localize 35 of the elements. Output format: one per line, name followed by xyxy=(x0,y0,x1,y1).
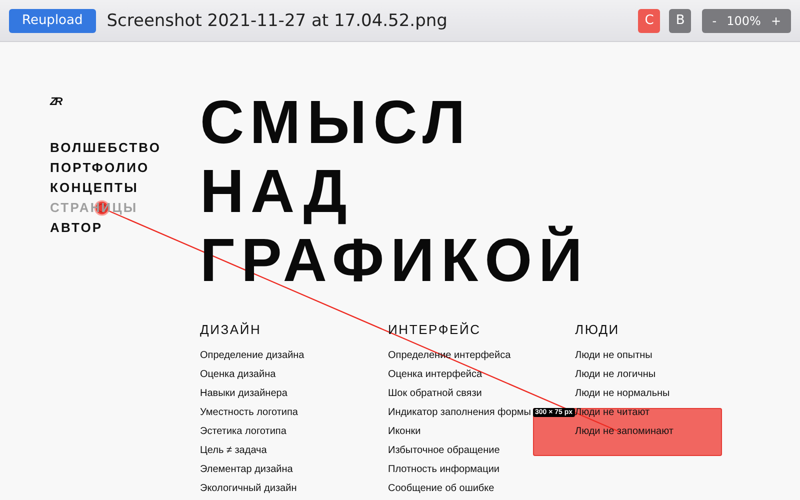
topic-heading: ДИЗАЙН xyxy=(200,322,262,338)
topic-link[interactable]: Избыточное обращение xyxy=(388,441,500,460)
topic-link[interactable]: Цель ≠ задача xyxy=(200,441,267,460)
topic-link[interactable]: Сообщение об ошибке xyxy=(388,479,494,498)
topic-link[interactable]: Люди не логичны xyxy=(575,365,656,384)
nav-link[interactable]: АВТОР xyxy=(50,218,103,238)
topic-link[interactable]: Эстетика логотипа xyxy=(200,422,286,441)
topic-link[interactable]: Экологичный дизайн xyxy=(200,479,297,498)
topic-link[interactable]: Люди не нормальны xyxy=(575,384,670,403)
nav-link[interactable]: ПОРТФОЛИО xyxy=(50,158,150,178)
logo[interactable]: ZR xyxy=(50,96,61,109)
reupload-button[interactable]: Reupload xyxy=(9,8,96,32)
zoom-out-button[interactable]: - xyxy=(706,8,723,32)
topic-link[interactable]: Элементар дизайна xyxy=(200,460,293,479)
topic-link[interactable]: Иконки xyxy=(388,422,421,441)
topic-link[interactable]: Навыки дизайнера xyxy=(200,384,288,403)
zoom-level: 100% xyxy=(726,14,762,28)
topic-link[interactable]: Люди не запоминают xyxy=(575,422,674,441)
file-name: Screenshot 2021-11-27 at 17.04.52.png xyxy=(106,10,448,30)
nav-link[interactable]: КОНЦЕПТЫ xyxy=(50,178,138,198)
mode-button[interactable]: B xyxy=(669,8,692,32)
topic-link[interactable]: Уместность логотипа xyxy=(200,403,298,422)
topic-heading: ЛЮДИ xyxy=(575,322,620,338)
topic-link[interactable]: Индикатор заполнения формы xyxy=(388,403,531,422)
nav-link[interactable]: ВОЛШЕБСТВО xyxy=(50,138,162,158)
topic-link[interactable]: Люди не читают xyxy=(575,403,650,422)
topic-link[interactable]: Оценка интерфейса xyxy=(388,365,482,384)
topic-link[interactable]: Плотность информации xyxy=(388,460,500,479)
topic-heading: ИНТЕРФЕЙС xyxy=(388,322,482,338)
topic-link[interactable]: Люди не опытны xyxy=(575,346,652,365)
headline: СМЫСЛ НАД ГРАФИКОЙ xyxy=(200,88,590,295)
zoom-in-button[interactable]: + xyxy=(764,8,787,32)
topic-link[interactable]: Оценка дизайна xyxy=(200,365,276,384)
topic-link[interactable]: Определение дизайна xyxy=(200,346,304,365)
topic-link[interactable]: Шок обратной связи xyxy=(388,384,482,403)
